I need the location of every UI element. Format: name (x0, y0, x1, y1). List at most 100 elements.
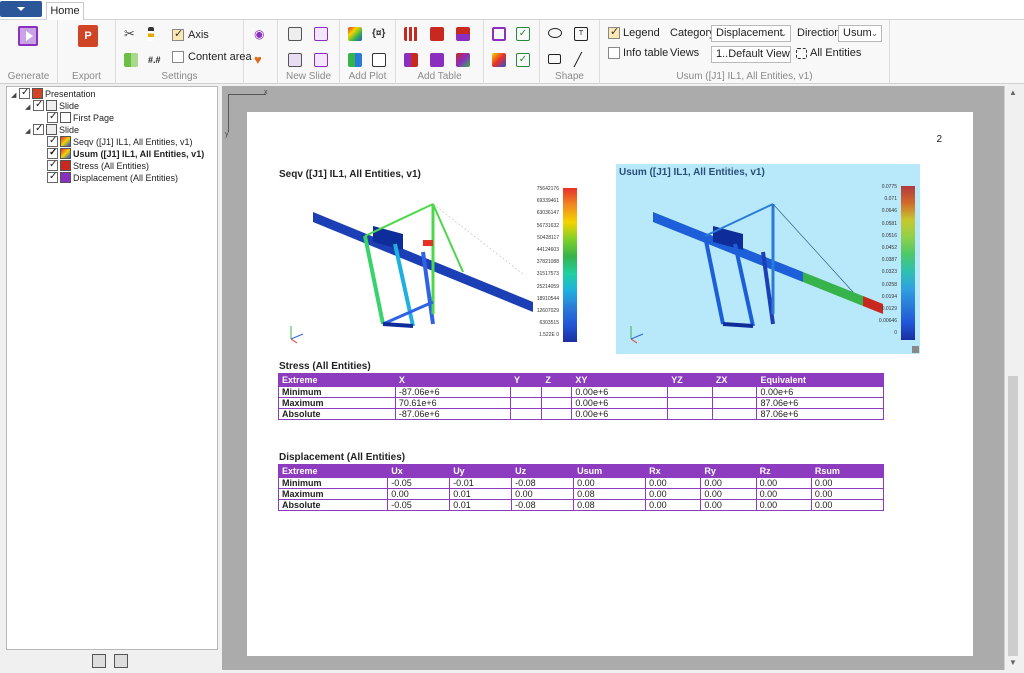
legend-value: 56731632 (536, 222, 559, 229)
table-cell: 0.00e+6 (571, 386, 669, 398)
legend-value: 25214059 (536, 283, 559, 290)
crane-model-deformed (653, 203, 883, 328)
table-cell: 0.00 (755, 499, 812, 511)
heart-icon[interactable]: ♥ (254, 53, 268, 67)
table-cell: 0.08 (573, 499, 647, 511)
all-entities-icon[interactable] (796, 48, 807, 59)
table-cell (509, 397, 543, 409)
presentation-tree: ◢ Presentation ◢ Slide First Page ◢ Slide Seqv … (6, 86, 218, 650)
tab-home[interactable]: Home (46, 2, 84, 21)
check-box-icon[interactable]: ✓ (516, 53, 530, 67)
check-icon[interactable]: ✓ (516, 27, 530, 41)
table-move-icon[interactable] (404, 53, 418, 67)
tree-checkbox[interactable] (47, 170, 58, 183)
table-merge-icon[interactable] (430, 53, 444, 67)
usum-plot[interactable] (623, 184, 903, 344)
table-cell: Minimum (278, 386, 396, 398)
tree-checkbox[interactable] (33, 122, 44, 135)
slide-layout-icon[interactable] (288, 53, 302, 67)
plot-grid-icon[interactable] (348, 53, 362, 67)
table-cell (509, 408, 543, 420)
scroll-up-icon[interactable]: ▲ (1009, 88, 1017, 97)
tree-checkbox[interactable] (33, 98, 44, 111)
table-cell: 0.00 (700, 477, 757, 489)
ruler-y-label: y (225, 131, 229, 138)
tree-item-label: Stress (All Entities) (73, 161, 150, 171)
legend-value: 50428117 (537, 234, 559, 241)
line-icon[interactable]: ╱ (574, 53, 588, 67)
slide-page[interactable]: 2 Seqv ([J1] IL1, All Entities, v1) 7564… (247, 112, 973, 656)
category-select[interactable]: Displacement ⌄ (711, 25, 791, 42)
text-box-icon[interactable]: T (574, 27, 588, 41)
scrollbar-thumb[interactable] (1008, 376, 1018, 656)
plot-frame-icon[interactable] (372, 53, 386, 67)
plot-code-icon[interactable]: {¤} (372, 27, 386, 41)
table-cell: 0.00e+6 (571, 397, 669, 409)
direction-value: Usum (843, 27, 872, 39)
vertical-scrollbar[interactable]: ▲ ▼ (1004, 86, 1020, 670)
tools-icon[interactable]: ✂ (124, 27, 138, 41)
displacement-table[interactable]: Extreme Ux Uy Uz Usum Rx Ry Rz Rsum Minimum -0.05-… (277, 464, 885, 511)
table-icon[interactable] (404, 27, 418, 41)
group-new-slide: New Slide (278, 20, 340, 84)
table-cell: 0.00 (810, 477, 885, 489)
new-slide-icon[interactable] (288, 27, 302, 41)
resize-handle-icon[interactable] (912, 346, 919, 353)
expand-toggle-icon[interactable]: ◢ (25, 125, 33, 138)
legend-value: 0.0646 (881, 208, 897, 215)
legend-value: 0.00646 (878, 318, 897, 325)
table-color-icon[interactable] (456, 53, 470, 67)
contour-plot-icon[interactable] (348, 27, 362, 41)
align-icon[interactable] (148, 27, 154, 41)
direction-select[interactable]: Usum ⌄ (838, 25, 882, 42)
number-format-icon[interactable]: #.# (148, 53, 162, 67)
tree-item[interactable]: Displacement (All Entities) (39, 170, 178, 185)
usum-legend-bar (901, 186, 915, 340)
tree-checkbox[interactable] (19, 86, 30, 99)
all-entities-button[interactable]: All Entities (810, 47, 861, 59)
table-cell: 0.08 (573, 488, 647, 500)
table-cell: Maximum (278, 397, 396, 409)
content-area-checkbox[interactable] (172, 51, 184, 63)
views-select[interactable]: 1..Default View ⌄ (711, 46, 791, 63)
info-table-checkbox[interactable] (608, 47, 620, 59)
legend-value: 31517573 (536, 271, 559, 278)
new-slide-template-icon[interactable] (314, 27, 328, 41)
tree-item-label: Slide (59, 101, 80, 111)
legend-value: 63036147 (536, 210, 559, 217)
table-row: Absolute -0.05 0.01 -0.08 0.08 0.00 0.00 0.00 0.… (277, 499, 885, 511)
expand-toggle-icon[interactable]: ◢ (25, 101, 33, 114)
legend-value: 44124603 (536, 247, 559, 253)
table-cell: 0.00e+6 (571, 408, 669, 420)
table-cell: -0.01 (449, 477, 513, 489)
legend-checkbox[interactable] (608, 25, 620, 39)
eye-icon[interactable]: ◉ (254, 27, 268, 41)
color-palette-icon[interactable] (492, 53, 506, 67)
table-edit-icon[interactable] (456, 27, 470, 41)
scroll-down-icon[interactable]: ▼ (1009, 658, 1017, 667)
ellipse-icon[interactable] (548, 28, 562, 38)
table-arrow-icon[interactable] (430, 27, 444, 41)
rectangle-icon[interactable] (548, 54, 561, 64)
table-icon (60, 172, 71, 183)
table-row: Minimum -87.06e+6 0.00e+6 0.00e+6 (278, 386, 884, 398)
expand-toggle-icon[interactable]: ◢ (11, 89, 19, 102)
tree-checkbox[interactable] (47, 110, 58, 123)
collapse-all-icon[interactable] (114, 654, 128, 668)
table-header-cell: Y (509, 373, 543, 387)
axis-checkbox[interactable] (172, 27, 184, 41)
table-cell: -0.08 (511, 499, 575, 511)
axis-label: Axis (188, 29, 209, 41)
stress-table[interactable]: Extreme X Y Z XY YZ ZX Equivalent Minimum -87.06e… (278, 373, 884, 420)
chart-settings-icon[interactable] (124, 53, 138, 67)
page-icon (60, 112, 71, 123)
generate-button[interactable] (18, 26, 38, 46)
file-menu-button[interactable] (0, 1, 42, 17)
export-powerpoint-button[interactable]: P (78, 25, 98, 47)
select-region-icon[interactable] (492, 27, 506, 41)
views-value: 1..Default View (716, 48, 790, 60)
table-header-cell: Extreme (278, 373, 396, 387)
expand-all-icon[interactable] (92, 654, 106, 668)
slide-duplicate-icon[interactable] (314, 53, 328, 67)
ruler-y-axis (228, 94, 229, 132)
